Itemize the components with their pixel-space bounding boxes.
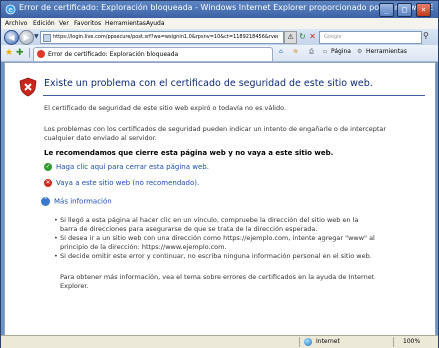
more-info-toggle[interactable]: ˄ Más información <box>41 197 112 206</box>
risk-message: Los problemas con los certificados de se… <box>44 125 387 142</box>
title-divider <box>43 95 425 96</box>
page-icon-small: ▫ <box>323 48 328 55</box>
url-text: https://login.live.com/ppsecure/post.srf… <box>53 34 278 40</box>
home-icon[interactable]: ⌂ <box>279 48 283 55</box>
tools-menu[interactable]: Herramientas <box>366 48 407 55</box>
search-input[interactable]: Google <box>319 31 422 44</box>
menu-ver[interactable]: Ver <box>59 20 69 27</box>
menu-bar: Archivo Edición Ver Favoritos Herramient… <box>1 18 438 29</box>
more-info-label: Más información <box>54 197 112 206</box>
menu-herramientas[interactable]: Herramientas <box>105 20 146 27</box>
title-bar[interactable]: e Error de certificado: Exploración bloq… <box>1 1 438 18</box>
favorites-star-icon[interactable]: ★ <box>5 48 13 58</box>
menu-edicion[interactable]: Edición <box>33 20 55 27</box>
menu-favoritos[interactable]: Favoritos <box>74 20 101 27</box>
expand-arrow-icon: ˄ <box>41 197 50 206</box>
error-shield-icon <box>19 77 37 97</box>
status-separator <box>393 337 394 347</box>
page-icon <box>43 34 51 42</box>
print-icon[interactable]: ⎙ <box>309 48 314 56</box>
tab-certificate-error[interactable]: Error de certificado: Exploración bloque… <box>33 47 273 61</box>
error-tab-icon <box>37 50 45 58</box>
add-favorites-icon[interactable]: ✚ <box>16 48 24 58</box>
tab-bar: ★ ✚ Error de certificado: Exploración bl… <box>1 45 438 62</box>
status-bar: Internet 100% <box>1 335 438 348</box>
browser-window: e Error de certificado: Exploración bloq… <box>0 0 439 348</box>
expired-cert-message: El certificado de seguridad de este siti… <box>44 104 287 112</box>
info-bullet: Si llegó a esta página al hacer clic en … <box>54 216 376 234</box>
menu-ayuda[interactable]: Ayuda <box>146 20 165 27</box>
address-bar: ◀ ▶ ▼ https://login.live.com/ppsecure/po… <box>1 29 438 45</box>
stop-icon[interactable]: ✕ <box>308 32 317 41</box>
green-check-shield-icon: ✓ <box>44 163 52 171</box>
back-button[interactable]: ◀ <box>4 30 19 45</box>
page-content: Existe un problema con el certificado de… <box>4 62 436 336</box>
forward-button[interactable]: ▶ <box>19 30 34 45</box>
ie-logo-icon: e <box>5 4 16 15</box>
red-x-shield-icon: ✕ <box>44 179 52 187</box>
search-icon[interactable]: ⚲ <box>423 31 433 42</box>
search-placeholder: Google <box>324 34 342 40</box>
info-bullet: Si desea ir a un sitio web con una direc… <box>54 234 376 252</box>
tools-gear-icon: ⚙ <box>357 48 363 55</box>
tab-separator <box>29 48 30 58</box>
security-zone: Internet <box>316 338 340 345</box>
zoom-level[interactable]: 100% <box>403 338 420 345</box>
history-dropdown-icon[interactable]: ▼ <box>34 33 39 40</box>
tab-label: Error de certificado: Exploración bloque… <box>48 51 179 58</box>
close-button[interactable]: × <box>416 3 431 17</box>
continue-option[interactable]: ✕ Vaya a este sitio web (no recomendado). <box>44 179 199 187</box>
window-title: Error de certificado: Exploración bloque… <box>19 3 434 12</box>
menu-archivo[interactable]: Archivo <box>5 20 27 27</box>
certificate-error-icon[interactable]: ⚠ <box>284 31 297 44</box>
continue-to-site-link[interactable]: Vaya a este sitio web (no recomendado). <box>56 179 199 187</box>
recommendation-text: Le recomendamos que cierre esta página w… <box>44 149 334 157</box>
status-separator <box>299 337 300 347</box>
info-bullet: Si decide omitir este error y continuar,… <box>54 252 376 261</box>
help-footer: Para obtener más información, vea el tem… <box>60 273 375 290</box>
feeds-icon[interactable]: ≋ <box>293 48 298 55</box>
svg-text:e: e <box>8 6 12 14</box>
internet-zone-icon <box>304 338 312 346</box>
close-page-option[interactable]: ✓ Haga clic aquí para cerrar esta página … <box>44 163 209 171</box>
refresh-icon[interactable]: ↻ <box>298 32 307 41</box>
maximize-button[interactable]: □ <box>397 3 412 17</box>
url-field[interactable]: https://login.live.com/ppsecure/post.srf… <box>40 31 284 44</box>
minimize-button[interactable]: _ <box>379 3 394 17</box>
close-page-link[interactable]: Haga clic aquí para cerrar esta página w… <box>56 163 209 171</box>
page-title: Existe un problema con el certificado de… <box>44 78 373 89</box>
page-menu[interactable]: Página <box>331 48 351 55</box>
